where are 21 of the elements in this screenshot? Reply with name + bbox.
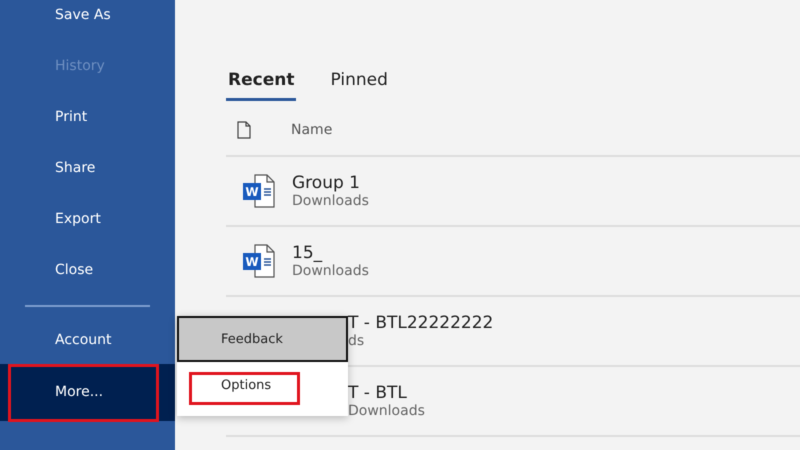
- column-header: Name: [291, 122, 332, 138]
- tab[interactable]: Recent: [226, 68, 296, 101]
- file-location: Downloads: [292, 263, 369, 279]
- file-name[interactable]: Group 1: [292, 173, 369, 193]
- sidebar-item[interactable]: Close: [0, 244, 175, 296]
- sidebar-item[interactable]: Print: [0, 92, 175, 142]
- file-name[interactable]: T - BTL: [348, 383, 425, 403]
- file-location: Downloads: [348, 403, 425, 419]
- sidebar-item[interactable]: More...: [0, 364, 175, 420]
- menu-item[interactable]: Feedback: [177, 316, 348, 362]
- sidebar-item[interactable]: Account: [0, 316, 175, 364]
- file-name[interactable]: T - BTL22222222: [348, 313, 494, 333]
- tab[interactable]: Pinned: [328, 68, 390, 101]
- menu-item[interactable]: Options: [177, 362, 348, 408]
- file-icon: [237, 120, 251, 138]
- sidebar-item[interactable]: Export: [0, 194, 175, 244]
- file-location: ds: [348, 333, 366, 349]
- file-name[interactable]: 15_: [292, 243, 369, 263]
- file-location: Downloads: [292, 193, 369, 209]
- sidebar-item[interactable]: Save As: [0, 0, 175, 40]
- sidebar-item[interactable]: Share: [0, 142, 175, 194]
